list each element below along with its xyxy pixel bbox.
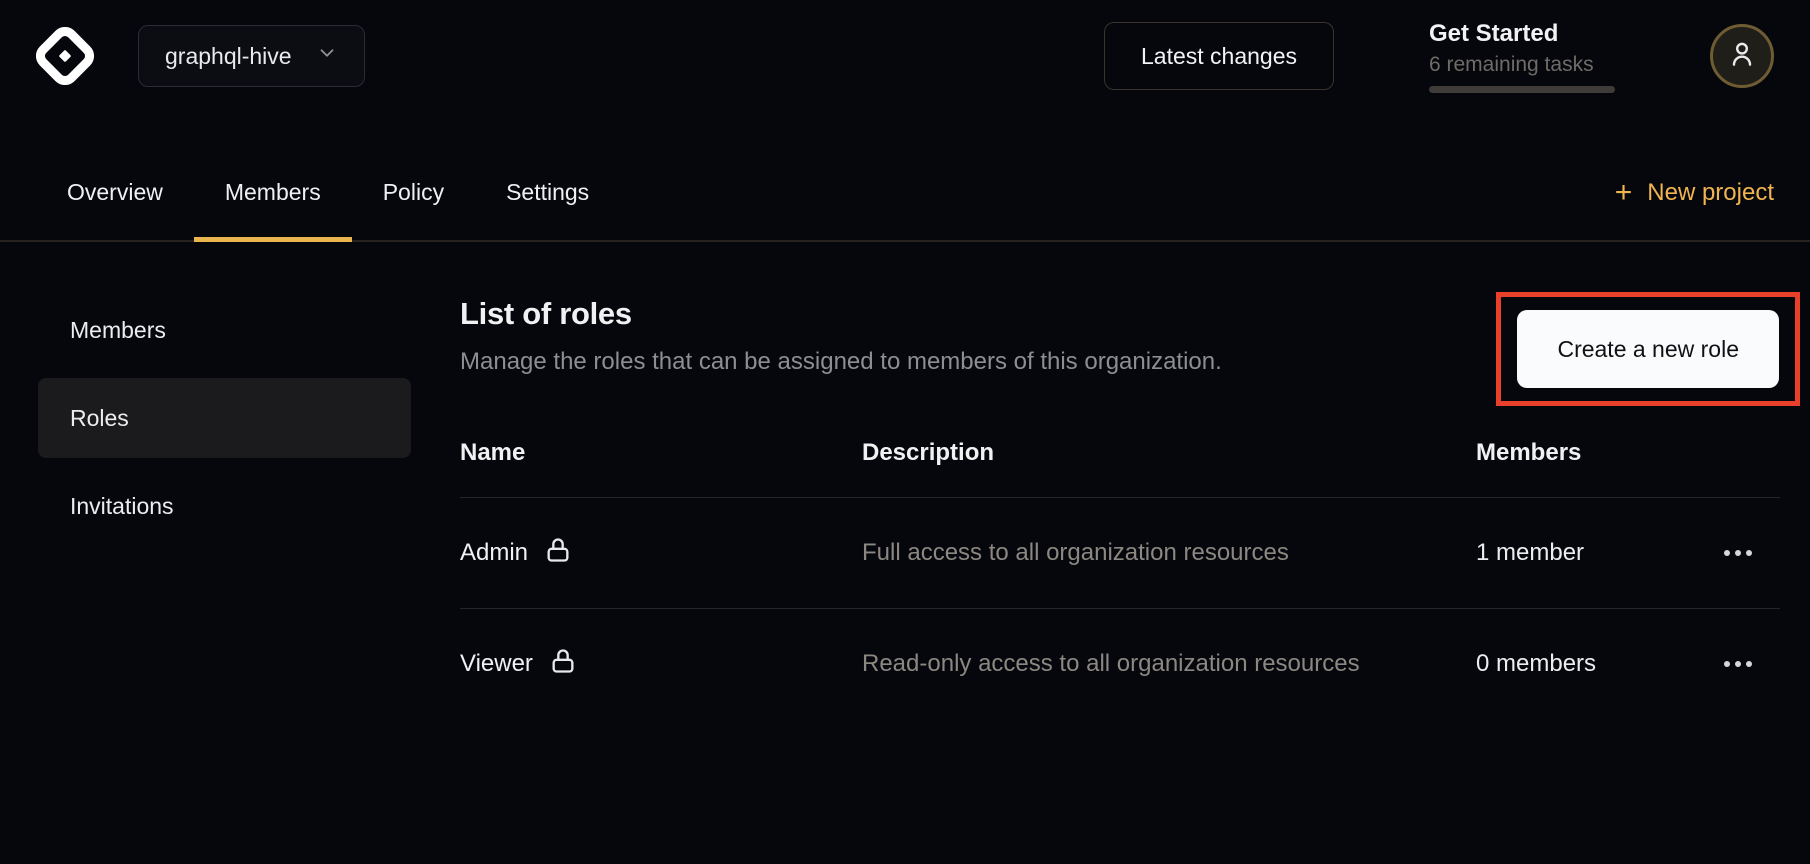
tab-settings[interactable]: Settings [475,179,620,240]
role-description: Full access to all organization resource… [862,532,1476,574]
plus-icon: + [1615,181,1633,205]
latest-changes-button[interactable]: Latest changes [1104,22,1334,90]
get-started-progressbar [1429,86,1615,93]
roles-header: List of roles Manage the roles that can … [460,292,1780,406]
sidebar-item-invitations[interactable]: Invitations [38,466,411,546]
tab-policy[interactable]: Policy [352,179,475,240]
page-title: List of roles [460,296,1222,332]
new-project-label: New project [1647,179,1774,207]
roles-main-panel: List of roles Manage the roles that can … [460,242,1780,719]
members-page-body: Members Roles Invitations List of roles … [0,242,1810,719]
lock-icon [549,646,577,683]
get-started-title: Get Started [1429,20,1615,48]
roles-table-header: Name Description Members [460,408,1780,498]
org-selector-label: graphql-hive [165,43,292,70]
header-right: Latest changes Get Started 6 remaining t… [1104,20,1774,93]
ellipsis-icon [1724,550,1730,556]
annotation-highlight-box: Create a new role [1496,292,1800,406]
column-header-members: Members [1476,439,1690,467]
role-name: Admin [460,539,528,567]
hive-logo-icon [36,27,94,85]
table-row-viewer: Viewer Read-only access to all organizat… [460,609,1780,719]
role-name: Viewer [460,650,533,678]
chevron-down-icon [316,42,338,70]
page-subtitle: Manage the roles that can be assigned to… [460,348,1222,376]
role-name-cell: Admin [460,535,862,572]
row-menu-button[interactable] [1724,661,1780,667]
role-name-cell: Viewer [460,646,862,683]
column-header-description: Description [862,439,1476,467]
roles-table: Name Description Members Admin Full acce… [460,408,1780,719]
tab-overview[interactable]: Overview [36,179,194,240]
roles-header-titles: List of roles Manage the roles that can … [460,292,1222,376]
members-sidebar: Members Roles Invitations [38,242,411,719]
role-member-count: 1 member [1476,539,1690,567]
create-role-button[interactable]: Create a new role [1517,310,1779,388]
row-menu-button[interactable] [1724,550,1780,556]
table-row-admin: Admin Full access to all organization re… [460,498,1780,609]
role-description: Read-only access to all organization res… [862,643,1476,685]
ellipsis-icon [1724,661,1730,667]
role-member-count: 0 members [1476,650,1690,678]
org-selector[interactable]: graphql-hive [138,25,365,87]
lock-icon [544,535,572,572]
new-project-button[interactable]: + New project [1615,179,1774,240]
org-tabbar: Overview Members Policy Settings + New p… [0,112,1810,242]
user-icon [1726,38,1758,75]
tab-members[interactable]: Members [194,179,352,240]
sidebar-item-roles[interactable]: Roles [38,378,411,458]
column-header-name: Name [460,439,862,467]
get-started-subtitle: 6 remaining tasks [1429,53,1615,77]
get-started-widget[interactable]: Get Started 6 remaining tasks [1429,20,1615,93]
user-avatar[interactable] [1710,24,1774,88]
sidebar-item-members[interactable]: Members [38,290,411,370]
app-header: graphql-hive Latest changes Get Started … [0,0,1810,112]
